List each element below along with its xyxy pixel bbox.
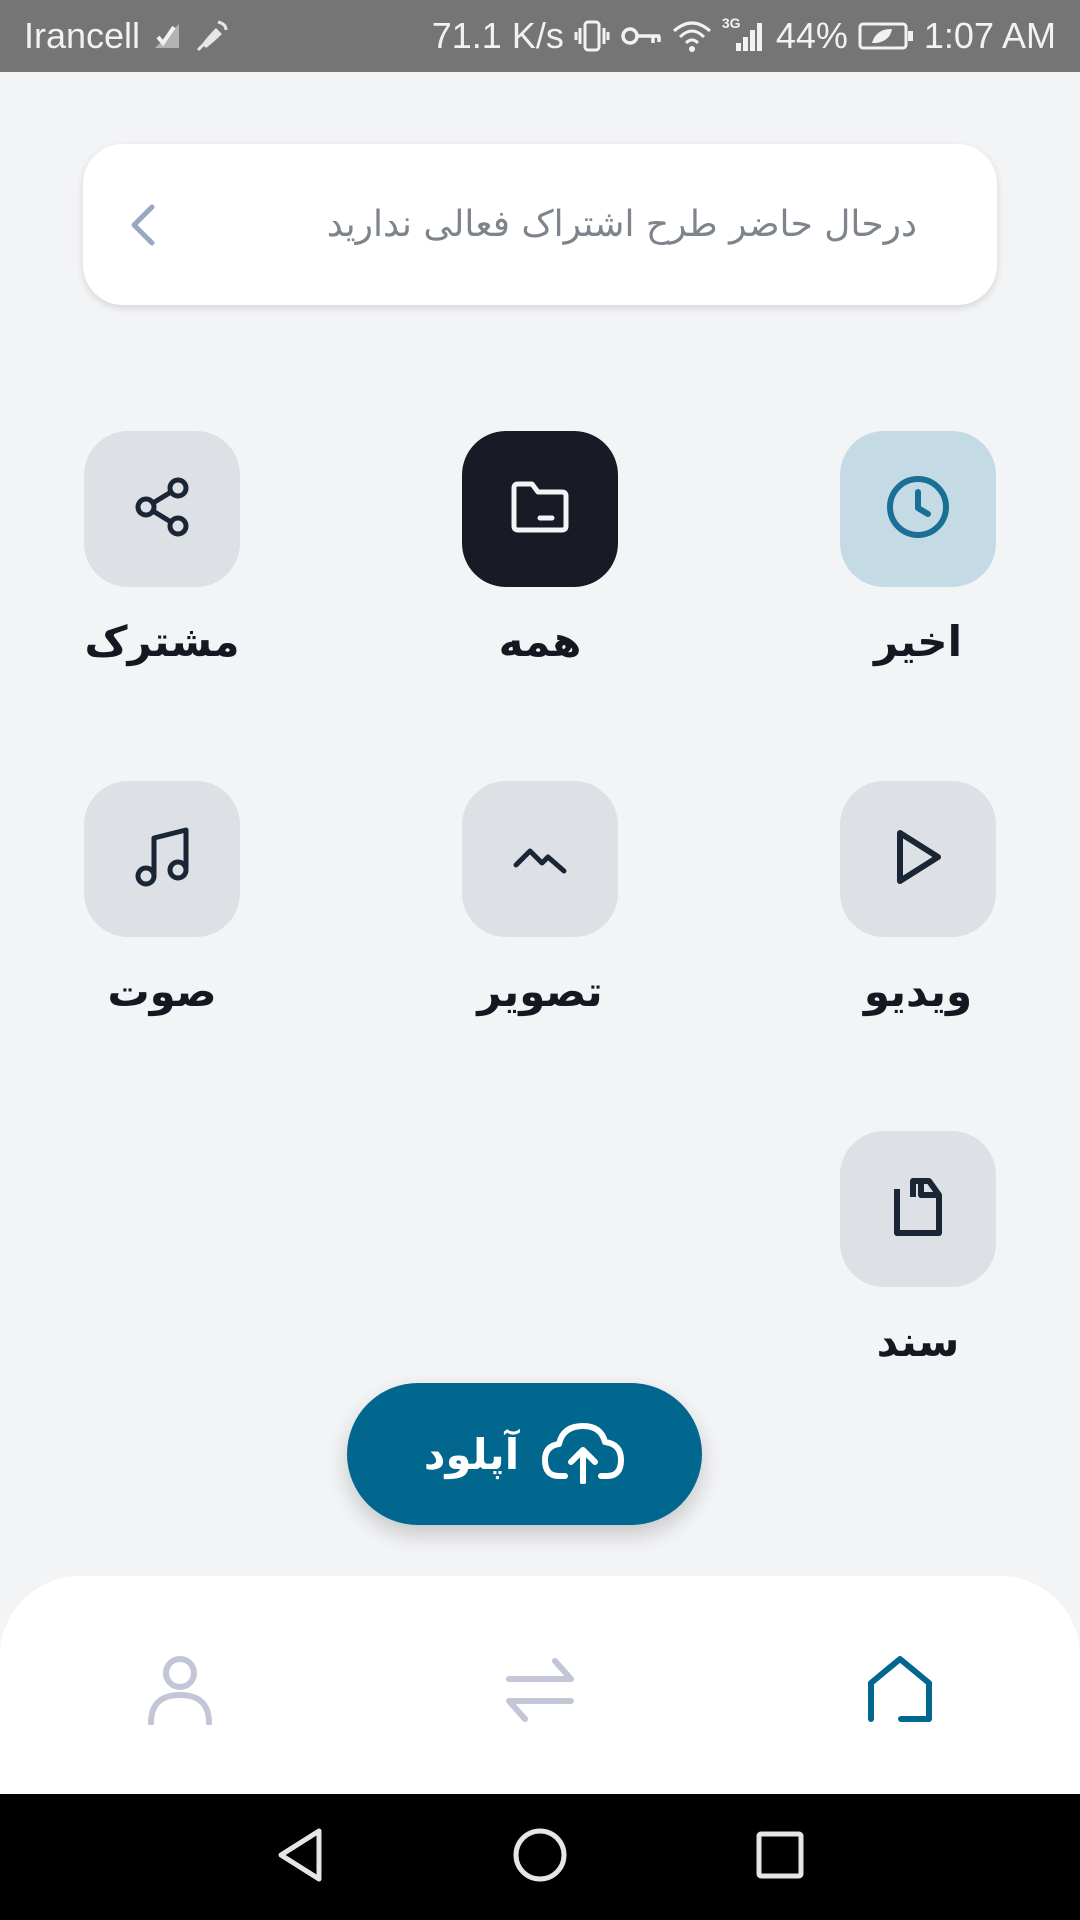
upload-button-label: آپلود <box>423 1429 520 1479</box>
signal-check-icon <box>152 21 182 51</box>
home-system-button[interactable] <box>510 1827 570 1887</box>
category-document-label: سند <box>876 1317 960 1366</box>
status-bar: Irancell 71.1 K/s 3G 44% 1:07 AM <box>0 0 1080 72</box>
system-navigation-bar <box>0 1794 1080 1920</box>
category-recent-button[interactable] <box>840 431 996 587</box>
category-shared-label: مشترک <box>84 617 240 666</box>
category-image-button[interactable] <box>462 781 618 937</box>
music-icon <box>132 826 192 892</box>
clock-time: 1:07 AM <box>923 15 1056 56</box>
nav-home[interactable] <box>860 1652 940 1732</box>
wifi-icon <box>672 19 712 53</box>
category-video-label: ویدیو <box>863 967 973 1016</box>
user-icon <box>145 1655 215 1729</box>
nav-profile[interactable] <box>140 1652 220 1732</box>
category-all-label: همه <box>498 617 582 666</box>
vibrate-icon <box>574 18 610 54</box>
nav-transfer[interactable] <box>500 1652 580 1732</box>
cloud-upload-icon <box>541 1420 625 1488</box>
carrier-name: Irancell <box>24 15 141 56</box>
category-document-button[interactable] <box>840 1131 996 1287</box>
battery-percent: 44% <box>775 15 848 56</box>
home-circle-icon <box>512 1827 568 1887</box>
satellite-icon <box>194 18 230 54</box>
home-icon <box>865 1655 935 1729</box>
subscription-banner[interactable]: درحال حاضر طرح اشتراک فعالی ندارید <box>83 144 997 305</box>
category-all[interactable]: همه <box>462 431 618 666</box>
category-audio-label: صوت <box>107 967 217 1016</box>
network-type: 3G <box>721 15 741 31</box>
back-triangle-icon <box>275 1827 325 1887</box>
subscription-status-text: درحال حاضر طرح اشتراک فعالی ندارید <box>326 204 917 245</box>
document-icon <box>891 1177 945 1241</box>
key-icon <box>620 21 662 51</box>
folder-icon <box>510 480 570 538</box>
bottom-navigation <box>0 1576 1080 1794</box>
share-icon <box>134 477 190 541</box>
category-document[interactable]: سند <box>840 1131 996 1366</box>
recents-square-icon <box>755 1830 805 1884</box>
category-video[interactable]: ویدیو <box>840 781 996 1016</box>
category-shared[interactable]: مشترک <box>84 431 240 666</box>
category-image-label: تصویر <box>477 967 603 1016</box>
recents-button[interactable] <box>750 1827 810 1887</box>
play-icon <box>890 827 946 891</box>
category-image[interactable]: تصویر <box>462 781 618 1016</box>
chevron-left-icon <box>123 200 163 250</box>
category-audio-button[interactable] <box>84 781 240 937</box>
category-recent-label: اخیر <box>874 617 962 666</box>
cell-signal-icon: 3G <box>722 15 766 53</box>
category-shared-button[interactable] <box>84 431 240 587</box>
network-speed: 71.1 K/s <box>431 15 564 56</box>
transfer-icon <box>505 1655 575 1729</box>
battery-icon <box>858 21 914 51</box>
category-all-button[interactable] <box>462 431 618 587</box>
back-button[interactable] <box>270 1827 330 1887</box>
category-recent[interactable]: اخیر <box>840 431 996 666</box>
category-video-button[interactable] <box>840 781 996 937</box>
category-audio[interactable]: صوت <box>84 781 240 1016</box>
upload-button[interactable]: آپلود <box>347 1383 702 1525</box>
image-icon <box>512 837 568 881</box>
clock-icon <box>885 474 951 544</box>
